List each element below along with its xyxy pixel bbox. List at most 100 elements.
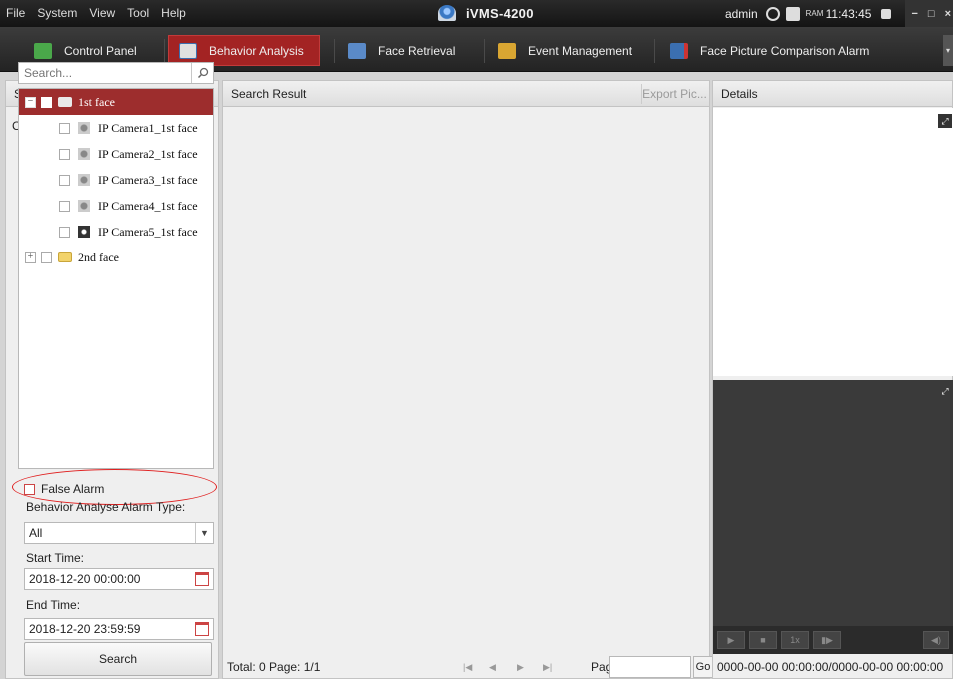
folder-icon [58, 97, 72, 107]
menu-view[interactable]: View [89, 6, 115, 20]
search-result-title: Search Result [223, 81, 709, 107]
end-time-field[interactable]: 2018-12-20 23:59:59 [24, 618, 214, 640]
search-button[interactable]: Search [24, 642, 212, 676]
menu-bar: File System View Tool Help [6, 6, 198, 20]
tree-node-camera3[interactable]: IP Camera3_1st face [59, 167, 198, 193]
close-icon[interactable]: × [945, 8, 951, 20]
play-icon[interactable]: ▶ [717, 631, 745, 649]
app-logo-icon [438, 5, 456, 21]
minimize-icon[interactable]: − [911, 8, 917, 20]
tab-label: Behavior Analysis [209, 43, 304, 58]
details-panel: Details ⤢ ⤢ ▶ ■ 1x ▮▶ ◀) 0000-00-00 00:0… [712, 80, 953, 679]
tab-event-management[interactable]: Event Management [498, 35, 632, 66]
tree-node-label: 2nd face [78, 249, 119, 264]
tree-node-camera1[interactable]: IP Camera1_1st face [59, 115, 198, 141]
stop-icon[interactable]: ■ [749, 631, 777, 649]
network-icon[interactable] [765, 6, 780, 21]
step-forward-icon[interactable]: ▮▶ [813, 631, 841, 649]
tree-node-label: IP Camera3_1st face [98, 172, 198, 187]
alarm-type-select[interactable]: All ▼ [24, 522, 214, 544]
tree-node-label: IP Camera2_1st face [98, 146, 198, 161]
false-alarm-label: False Alarm [41, 482, 105, 496]
export-picture-button[interactable]: Export Pic... [641, 84, 707, 104]
hdd-icon[interactable] [785, 6, 800, 21]
behavior-icon [179, 42, 197, 59]
tree-checkbox[interactable] [59, 226, 70, 238]
maximize-icon[interactable]: □ [928, 8, 935, 20]
calendar-icon[interactable] [195, 572, 209, 586]
tree-checkbox[interactable] [59, 122, 70, 134]
tree-node-camera2[interactable]: IP Camera2_1st face [59, 141, 198, 167]
result-list-area [223, 108, 709, 648]
prev-page-icon[interactable]: ◀ [489, 662, 496, 673]
search-icon[interactable] [191, 63, 213, 83]
tree-node-label: IP Camera4_1st face [98, 198, 198, 213]
menu-tool[interactable]: Tool [127, 6, 149, 20]
grid-icon [34, 42, 52, 59]
menu-help[interactable]: Help [161, 6, 186, 20]
fullscreen-icon[interactable]: ⤢ [938, 114, 952, 128]
tree-node-camera5[interactable]: IP Camera5_1st face [59, 219, 198, 245]
title-status: admin RAM 11:43:45 − □ × [725, 0, 953, 27]
tree-node-label: IP Camera1_1st face [98, 120, 198, 135]
tree-node-1st-face[interactable]: − 1st face [19, 89, 213, 115]
next-page-icon[interactable]: ▶ [517, 662, 524, 673]
ram-icon[interactable]: RAM [806, 10, 824, 18]
first-page-icon[interactable]: |◀ [463, 662, 472, 673]
tree-checkbox[interactable] [59, 148, 70, 160]
tree-checkbox[interactable] [41, 96, 52, 108]
face-retrieval-icon [348, 42, 366, 59]
tab-scroll-arrow-icon[interactable]: ▾ [943, 35, 953, 66]
menu-system[interactable]: System [37, 6, 77, 20]
expand-icon[interactable]: + [25, 251, 36, 263]
camera-icon [78, 122, 90, 134]
start-time-value: 2018-12-20 00:00:00 [29, 572, 141, 586]
video-playback-area: ⤢ [713, 380, 953, 626]
camera-search-input[interactable] [19, 63, 183, 83]
playback-time-range: 0000-00-00 00:00:00/0000-00-00 00:00:00 [717, 660, 944, 674]
menu-file[interactable]: File [6, 6, 25, 20]
tree-node-camera4[interactable]: IP Camera4_1st face [59, 193, 198, 219]
tree-checkbox[interactable] [59, 174, 70, 186]
calendar-icon[interactable] [195, 622, 209, 636]
tree-node-2nd-face[interactable]: + 2nd face [25, 244, 119, 270]
alarm-type-value: All [29, 526, 43, 540]
tree-checkbox[interactable] [59, 200, 70, 212]
tab-face-retrieval[interactable]: Face Retrieval [348, 35, 455, 66]
lock-icon[interactable] [881, 8, 892, 19]
pagination-bar: Total: 0 Page: 1/1 |◀ ◀ ▶ ▶| Page Go [227, 656, 713, 678]
tab-label: Face Picture Comparison Alarm [700, 43, 870, 58]
volume-icon[interactable]: ◀) [923, 631, 949, 649]
title-bar: File System View Tool Help iVMS-4200 adm… [0, 0, 953, 27]
end-time-label: End Time: [26, 598, 81, 612]
online-camera-icon [78, 226, 90, 238]
collapse-icon[interactable]: − [25, 96, 36, 108]
tab-divider [654, 39, 655, 63]
go-button[interactable]: Go [693, 656, 713, 678]
clock-time: 11:43:45 [825, 6, 872, 21]
fullscreen-icon[interactable]: ⤢ [938, 384, 952, 398]
user-name[interactable]: admin [725, 7, 758, 21]
folder-icon [58, 252, 72, 262]
false-alarm-checkbox[interactable]: False Alarm [24, 482, 104, 496]
chevron-down-icon[interactable]: ▼ [195, 523, 213, 543]
app-title: iVMS-4200 [438, 5, 534, 21]
pager-total: Total: 0 Page: 1/1 [227, 660, 321, 674]
tab-divider [164, 39, 165, 63]
tree-checkbox[interactable] [41, 251, 52, 263]
camera-tree: − 1st face IP Camera1_1st face IP Camera… [18, 88, 214, 469]
camera-icon [78, 200, 90, 212]
start-time-field[interactable]: 2018-12-20 00:00:00 [24, 568, 214, 590]
face-compare-icon [670, 42, 688, 59]
last-page-icon[interactable]: ▶| [543, 662, 552, 673]
tree-node-label: 1st face [78, 94, 115, 109]
false-alarm-check-icon[interactable] [24, 483, 35, 495]
speed-button[interactable]: 1x [781, 631, 809, 649]
tab-label: Event Management [528, 43, 633, 58]
tab-face-picture-comparison-alarm[interactable]: Face Picture Comparison Alarm [670, 35, 869, 66]
camera-icon [78, 174, 90, 186]
tab-label: Control Panel [64, 43, 137, 58]
page-number-input[interactable] [609, 656, 691, 678]
app-name: iVMS-4200 [466, 5, 534, 21]
start-time-label: Start Time: [26, 551, 85, 565]
